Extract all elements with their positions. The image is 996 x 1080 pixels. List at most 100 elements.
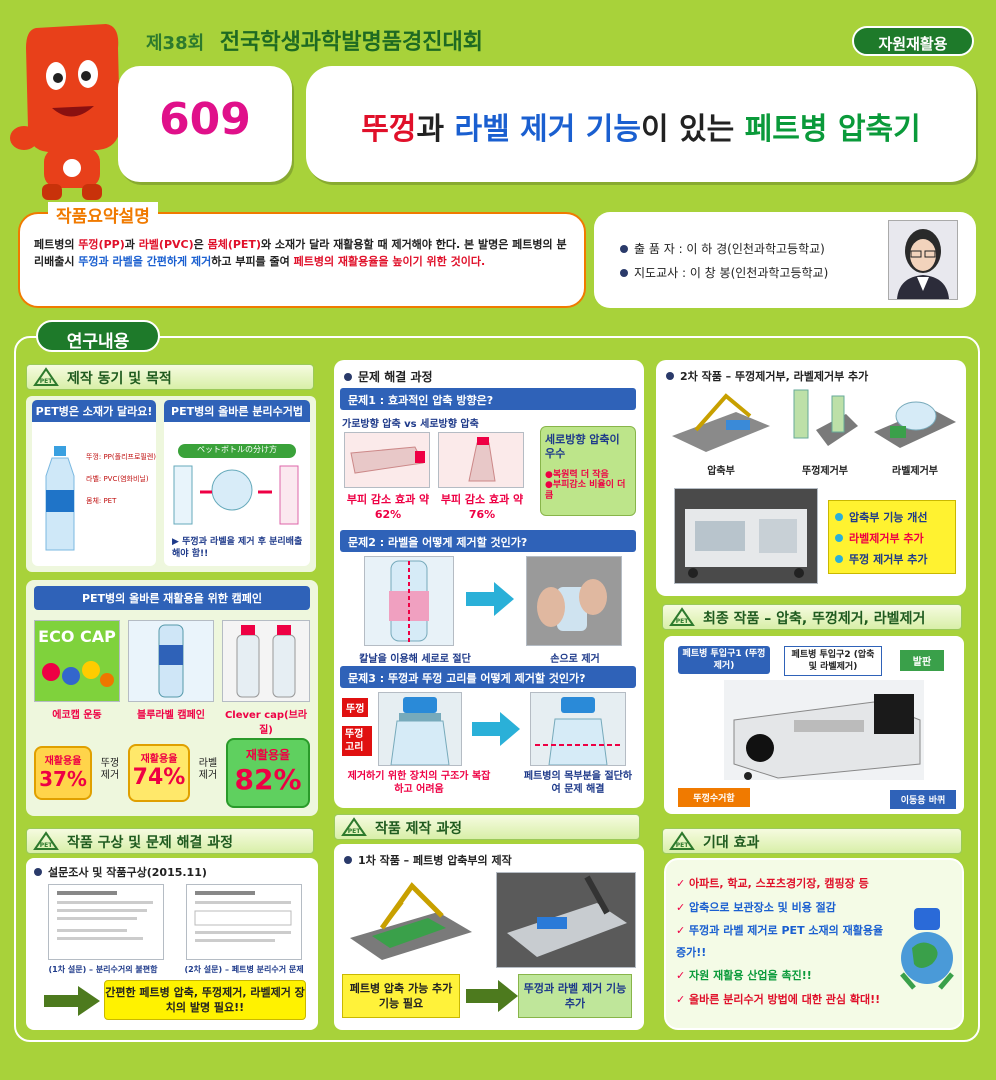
- process-title: 문제 해결 과정: [344, 368, 433, 385]
- advisor-text: 지도교사 : 이 창 봉(인천과학고등학교): [634, 266, 829, 280]
- result1-summary: 세로방향 압축이 우수 ●복원력 더 작음 ●부피감소 비율이 더 큼: [540, 426, 636, 516]
- caption-label-remover: 라벨제거부: [892, 466, 938, 477]
- first-work-note: 페트병 압축 가능 추가 기능 필요: [342, 974, 460, 1018]
- recycle-icon: PET: [669, 607, 695, 626]
- rate-box-3: 재활용율 82%: [226, 738, 310, 808]
- material-label-label: 라벨: PVC(염화비닐): [86, 475, 149, 483]
- final-tag-wheel: 이동용 바퀴: [890, 790, 956, 809]
- research-heading: 연구내용: [36, 320, 160, 352]
- campaign-panel: PET병의 올바른 재활용을 위한 캠페인 ECO CAP 에코캡 운동 블루라…: [26, 580, 318, 816]
- design-heading-text: 작품 구상 및 문제 해결 과정: [67, 835, 234, 851]
- second-work-photo: [674, 488, 818, 584]
- process-panel: 문제 해결 과정 문제1 : 효과적인 압축 방향은? 가로방향 압축 vs 세…: [334, 360, 644, 808]
- caption-compression: 압축부: [707, 466, 735, 477]
- bottle-neck-photo-1: [378, 692, 462, 766]
- recycle-icon: PET: [33, 367, 59, 386]
- blue-label-photo: [128, 620, 214, 702]
- right-arrow-icon: [466, 582, 514, 616]
- separation-box: PET병의 올바른 분리수거법 ペットボトルの分け方 ▶ 뚜껑과 라벨을 제거 …: [164, 400, 310, 566]
- horizontal-compress-photo: [344, 432, 430, 488]
- contest-title: 제38회 전국학생과학발명품경진대회: [146, 24, 483, 56]
- result2b: 손으로 제거: [550, 654, 600, 665]
- effect-item: ✓ 압축으로 보관장소 및 비용 절감: [676, 901, 836, 914]
- making-panel: 1차 작품 – 페트병 압축부의 제작 페트병 압축 가능 추가 기능 필요 뚜…: [334, 844, 644, 1030]
- author-text: 출 품 자 : 이 하 경(인천과학고등학교): [634, 242, 825, 256]
- category-label: 자원재활용: [878, 35, 948, 53]
- rate-label: 재활용율: [140, 754, 178, 765]
- caption-cap-remover: 뚜껑제거부: [802, 466, 848, 477]
- svg-text:PET: PET: [40, 842, 53, 849]
- final-heading-text: 최종 작품 – 압축, 뚜껑제거, 라벨제거: [703, 611, 926, 627]
- contest-name: 전국학생과학발명품경진대회: [219, 30, 483, 55]
- compressor-cad-photo: [342, 872, 480, 968]
- summary-part: 페트병의 재활용율을 높이기 위한 것이다.: [293, 255, 486, 268]
- number-box: 609: [118, 66, 292, 182]
- mascot: [8, 18, 128, 208]
- jp-sign: ペットボトルの分け方: [178, 444, 296, 458]
- final-tag-inlet1: 페트병 투입구1 (뚜껑제거): [678, 646, 770, 674]
- material-labels: 뚜껑: PP(폴리프로필렌) 라벨: PVC(염화비닐) 몸체: PET: [86, 446, 156, 512]
- clever-cap-photo: [222, 620, 310, 702]
- summary-heading-text: 작품요약설명: [56, 207, 150, 227]
- effect-list: ✓ 아파트, 학교, 스포츠경기장, 캠핑장 등 ✓ 압축으로 보관장소 및 비…: [676, 872, 892, 1012]
- label-remover-photo: [870, 386, 960, 460]
- title-part: 이 있는: [641, 112, 745, 147]
- separation-title: PET병의 올바른 분리수거법: [164, 400, 310, 422]
- second-list-item: 라벨제거부 추가: [835, 528, 949, 549]
- session-label: 제38회: [146, 33, 205, 54]
- pet-bottle-icon: [45, 446, 75, 551]
- compressor-photo: [496, 872, 636, 968]
- final-panel: 페트병 투입구1 (뚜껑제거) 페트병 투입구2 (압축 및 라벨제거) 발판 …: [664, 636, 964, 814]
- result3b: 페트병의 목부분을 절단하여 문제 해결: [523, 771, 633, 795]
- summary-part: 라벨(PVC): [138, 238, 194, 251]
- rate-step-2: 라벨 제거: [198, 758, 218, 781]
- svg-text:PET: PET: [40, 378, 53, 385]
- problem1-bar: 문제1 : 효과적인 압축 방향은?: [340, 388, 636, 410]
- material-cap-label: 뚜껑: PP(폴리프로필렌): [86, 453, 157, 461]
- campaign-caption-eco: 에코캡 운동: [52, 710, 102, 721]
- bottle-neck-photo-2: [530, 692, 626, 766]
- summary-part: 몸체(PET): [207, 238, 261, 251]
- author-line: 출 품 자 : 이 하 경(인천과학고등학교): [620, 240, 825, 257]
- category-badge: 자원재활용: [852, 26, 974, 56]
- rate-box-2: 재활용율 74%: [128, 744, 190, 802]
- label-bottle-photo: [364, 556, 454, 646]
- eco-cap-title: ECO CAP: [38, 627, 116, 646]
- summary-part: 과: [124, 238, 139, 251]
- title-part-pet: 페트병 압축기: [744, 112, 921, 147]
- summary-heading: 작품요약설명: [48, 202, 158, 227]
- result1-point1: ●복원력 더 작음: [545, 470, 609, 480]
- motive-heading: PET 제작 동기 및 목적: [26, 364, 314, 390]
- result1a: 부피 감소 효과 약 62%: [346, 493, 430, 521]
- recycle-icon: PET: [33, 831, 59, 850]
- result1b: 부피 감소 효과 약 76%: [440, 493, 524, 521]
- campaign-caption-clever: Clever cap(브라질): [224, 710, 308, 736]
- recycle-icon: PET: [669, 831, 695, 850]
- rate-value-1: 37%: [39, 767, 87, 791]
- second-list-item: 압축부 기능 개선: [835, 507, 949, 528]
- title-part-cap: 뚜껑: [361, 112, 417, 147]
- final-product-photo: [724, 680, 924, 780]
- result3a: 제거하기 위한 장치의 구조가 복잡하고 어려움: [347, 771, 491, 795]
- author-photo: [888, 220, 958, 300]
- motive-panel: PET병은 소재가 달라요! 뚜껑: PP(폴리프로필렌) 라벨: PVC(염화…: [26, 396, 316, 572]
- rate-label: 재활용율: [245, 748, 291, 762]
- summary-part: 뚜껑(PP): [78, 238, 125, 251]
- second-title: 2차 작품 – 뚜껑제거부, 라벨제거부 추가: [666, 368, 868, 384]
- rate-value-2: 74%: [132, 765, 186, 790]
- recycle-icon: PET: [341, 817, 367, 836]
- rate-label: 재활용율: [44, 756, 82, 767]
- survey-title: 설문조사 및 작품구상(2015.11): [34, 864, 207, 880]
- campaign-title: PET병의 올바른 재활용을 위한 캠페인: [34, 586, 310, 610]
- summary-part: 페트병의: [34, 238, 79, 251]
- cap-remover-photo: [786, 386, 862, 460]
- survey-form-1: [48, 884, 164, 960]
- globe-recycle-icon: [900, 908, 954, 990]
- problem3-bar: 문제3 : 뚜껑과 뚜껑 고리를 어떻게 제거할 것인가?: [340, 666, 636, 688]
- second-panel: 2차 작품 – 뚜껑제거부, 라벨제거부 추가 압축부 뚜껑제거부 라벨제거부 …: [656, 360, 966, 596]
- summary-part: 은: [193, 238, 208, 251]
- svg-text:PET: PET: [676, 842, 689, 849]
- right-arrow-icon: [466, 980, 518, 1012]
- effect-heading: PET 기대 효과: [662, 828, 962, 854]
- svg-text:PET: PET: [676, 618, 689, 625]
